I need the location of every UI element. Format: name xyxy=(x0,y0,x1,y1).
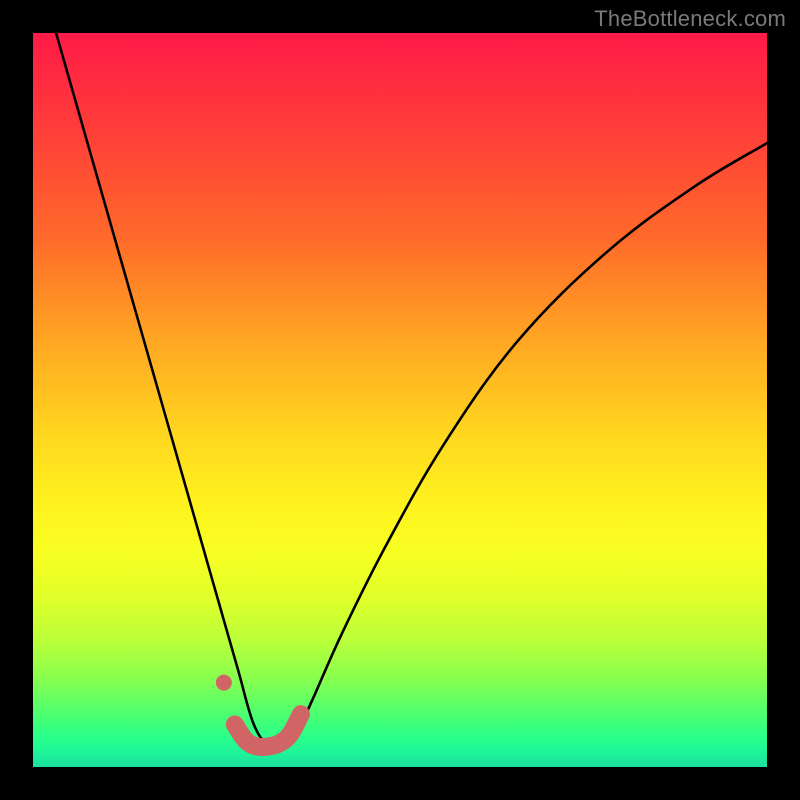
chart-svg xyxy=(33,33,767,767)
watermark-text: TheBottleneck.com xyxy=(594,6,786,32)
plot-area xyxy=(33,33,767,767)
outer-frame: TheBottleneck.com xyxy=(0,0,800,800)
optimal-range-marker xyxy=(235,714,301,747)
marker-dot xyxy=(216,675,232,691)
bottleneck-curve xyxy=(48,33,767,747)
